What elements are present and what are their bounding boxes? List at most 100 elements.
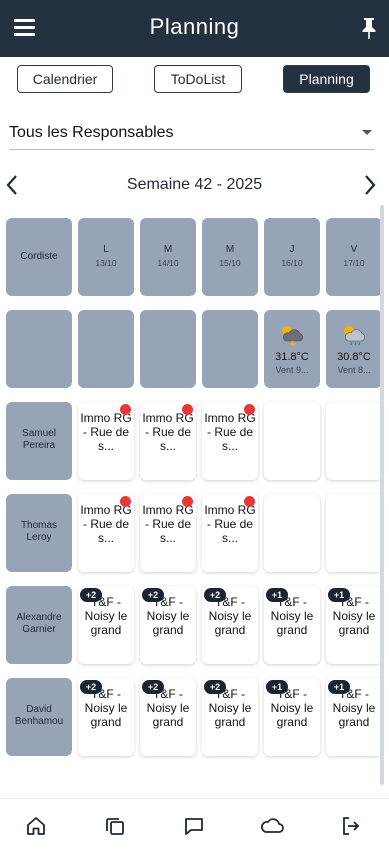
tab-todolist[interactable]: ToDoList (154, 65, 242, 93)
top-app-bar: Planning (0, 0, 389, 57)
day-header: M 15/10 (202, 218, 258, 296)
weather-temperature: 30.8°C (337, 351, 371, 363)
day-header: V 17/10 (326, 218, 382, 296)
task-cell[interactable]: Immo RG - Rue de s... (140, 402, 196, 480)
task-label: Immo RG - Rue de s... (204, 411, 256, 453)
week-label: Semaine 42 - 2025 (126, 176, 263, 193)
weather-cell: 31.8°C Vent 9... (264, 310, 320, 388)
task-cell[interactable]: T&F -Noisy le grand +2 (202, 586, 258, 664)
extra-tasks-badge: +1 (266, 588, 288, 602)
pin-icon[interactable] (359, 16, 379, 40)
extra-tasks-badge: +2 (142, 680, 164, 694)
extra-tasks-badge: +1 (266, 680, 288, 694)
day-letter: L (103, 244, 109, 255)
responsable-select[interactable]: Tous les Responsables (9, 122, 375, 146)
home-icon[interactable] (25, 815, 47, 837)
day-date: 13/10 (95, 258, 117, 268)
day-date: 16/10 (281, 258, 303, 268)
task-cell[interactable]: T&F -Noisy le grand +2 (78, 586, 134, 664)
day-date: 15/10 (219, 258, 241, 268)
week-navigation: Semaine 42 - 2025 (0, 172, 389, 200)
cordiste-name: Samuel Pereira (22, 428, 56, 451)
bottom-navigation (0, 798, 389, 849)
task-label: Immo RG - Rue de s... (142, 411, 194, 453)
task-label: Immo RG - Rue de s... (204, 503, 256, 545)
day-date: 14/10 (157, 258, 179, 268)
extra-tasks-badge: +1 (328, 588, 350, 602)
cordiste-name: Alexandre Garnier (16, 612, 62, 635)
weather-temperature: 31.8°C (275, 351, 309, 363)
tab-planning[interactable]: Planning (283, 65, 370, 93)
alert-dot (120, 404, 131, 415)
alert-dot (182, 404, 193, 415)
task-cell[interactable]: Immo RG - Rue de s... (78, 494, 134, 572)
extra-tasks-badge: +2 (142, 588, 164, 602)
select-underline (9, 149, 375, 150)
tab-calendrier[interactable]: Calendrier (17, 65, 113, 93)
corner-label: Cordiste (20, 251, 58, 262)
task-cell[interactable]: T&F -Noisy le grand +1 (326, 586, 382, 664)
task-cell[interactable]: T&F -Noisy le grand +2 (202, 678, 258, 756)
view-tabs: Calendrier ToDoList Planning (0, 65, 389, 93)
page-title: Planning (149, 14, 240, 39)
weather-wind: Vent 9... (275, 365, 309, 375)
cordiste-name-cell: Samuel Pereira (6, 402, 72, 480)
empty-cell[interactable] (326, 494, 382, 572)
chevron-right-icon[interactable] (362, 174, 378, 196)
alert-dot (244, 404, 255, 415)
chevron-down-icon (362, 130, 372, 135)
day-header: L 13/10 (78, 218, 134, 296)
cordiste-name-cell: David Benhamou (6, 678, 72, 756)
logout-icon[interactable] (340, 815, 362, 837)
extra-tasks-badge: +1 (328, 680, 350, 694)
day-letter: J (289, 244, 295, 255)
day-header: M 14/10 (140, 218, 196, 296)
empty-cell[interactable] (326, 402, 382, 480)
task-label: Immo RG - Rue de s... (80, 411, 132, 453)
copy-icon[interactable] (104, 815, 126, 837)
task-cell[interactable]: T&F -Noisy le grand +1 (326, 678, 382, 756)
grid-scrollbar[interactable] (380, 205, 384, 785)
day-letter: M (163, 244, 173, 255)
weather-cell (202, 310, 258, 388)
cordiste-name: Thomas Leroy (20, 520, 58, 543)
task-cell[interactable]: Immo RG - Rue de s... (78, 402, 134, 480)
cloud-icon[interactable] (259, 815, 285, 837)
task-label: Immo RG - Rue de s... (80, 503, 132, 545)
extra-tasks-badge: +2 (204, 680, 226, 694)
day-header: J 16/10 (264, 218, 320, 296)
extra-tasks-badge: +2 (80, 588, 102, 602)
alert-dot (244, 496, 255, 507)
day-letter: M (225, 244, 235, 255)
empty-cell[interactable] (264, 494, 320, 572)
storm-cloud-sun-icon (282, 326, 303, 346)
day-date: 17/10 (343, 258, 365, 268)
chat-icon[interactable] (183, 815, 205, 837)
alert-dot (120, 496, 131, 507)
cordiste-name-cell: Alexandre Garnier (6, 586, 72, 664)
task-cell[interactable]: T&F -Noisy le grand +2 (78, 678, 134, 756)
weather-cell: 30.8°C Vent 8... (326, 310, 382, 388)
cordiste-name-cell: Thomas Leroy (6, 494, 72, 572)
weather-cell (78, 310, 134, 388)
task-cell[interactable]: T&F -Noisy le grand +1 (264, 678, 320, 756)
task-cell[interactable]: T&F -Noisy le grand +2 (140, 678, 196, 756)
cordiste-name: David Benhamou (14, 704, 64, 727)
task-cell[interactable]: Immo RG - Rue de s... (202, 494, 258, 572)
empty-cell[interactable] (264, 402, 320, 480)
rain-cloud-sun-icon (344, 326, 365, 346)
grid-corner-header: Cordiste (6, 218, 72, 296)
task-cell[interactable]: T&F -Noisy le grand +1 (264, 586, 320, 664)
task-cell[interactable]: Immo RG - Rue de s... (140, 494, 196, 572)
weather-wind: Vent 8... (337, 365, 371, 375)
extra-tasks-badge: +2 (80, 680, 102, 694)
weather-row-label (6, 310, 72, 388)
task-cell[interactable]: Immo RG - Rue de s... (202, 402, 258, 480)
task-cell[interactable]: T&F -Noisy le grand +2 (140, 586, 196, 664)
responsable-select-value: Tous les Responsables (9, 124, 174, 141)
weather-cell (140, 310, 196, 388)
day-letter: V (350, 244, 358, 255)
extra-tasks-badge: +2 (204, 588, 226, 602)
task-label: Immo RG - Rue de s... (142, 503, 194, 545)
alert-dot (182, 496, 193, 507)
